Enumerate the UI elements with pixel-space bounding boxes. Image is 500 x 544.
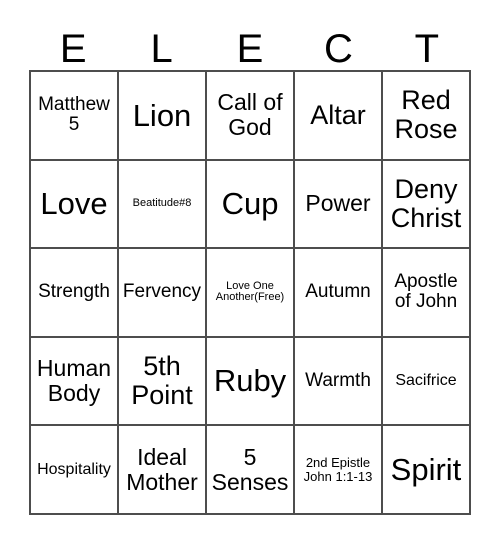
bingo-cell-r3c1[interactable]: Strength — [31, 249, 119, 338]
bingo-cell-label: Ruby — [213, 363, 287, 399]
header-letter-2: L — [150, 27, 173, 71]
bingo-cell-r2c5[interactable]: Deny Christ — [383, 160, 471, 250]
bingo-cell-label: 5th Point — [131, 350, 193, 411]
bingo-cell-label: Lion — [132, 97, 192, 133]
bingo-cell-r4c5[interactable]: Sacifrice — [383, 337, 471, 427]
bingo-cell-r4c4[interactable]: Warmth — [295, 337, 383, 427]
bingo-cell-r3c4[interactable]: Autumn — [295, 249, 383, 338]
bingo-cell-r3c5[interactable]: Apostle of John — [383, 249, 471, 338]
bingo-cell-label: Spirit — [390, 451, 462, 487]
bingo-cell-label: Cup — [221, 186, 279, 222]
bingo-cell-r5c5[interactable]: Spirit — [383, 426, 471, 515]
bingo-cell-label: Strength — [38, 281, 110, 303]
bingo-cell-r1c5[interactable]: Red Rose — [383, 72, 471, 161]
bingo-cell-label: Love One Another(Free) — [215, 279, 285, 304]
bingo-cell-r2c4[interactable]: Power — [295, 160, 383, 250]
bingo-cell-label: Call of God — [217, 89, 283, 141]
bingo-cell-label: Human Body — [36, 355, 112, 407]
header-letter-3: E — [236, 27, 264, 71]
bingo-cell-r1c1[interactable]: Matthew 5 — [31, 72, 119, 161]
bingo-cell-label: Autumn — [305, 281, 371, 303]
header-letter-1: E — [59, 27, 87, 71]
bingo-cell-r1c2[interactable]: Lion — [119, 72, 207, 161]
bingo-cell-label: Warmth — [305, 369, 371, 391]
bingo-cell-r5c1[interactable]: Hospitality — [31, 426, 119, 515]
bingo-cell-r4c3[interactable]: Ruby — [207, 337, 295, 427]
bingo-cell-r2c2[interactable]: Beatitude#8 — [119, 160, 207, 250]
bingo-card: E L E C T Matthew 5 Lion Call of God Alt… — [0, 0, 500, 544]
bingo-grid: Matthew 5 Lion Call of God Altar Red Ros… — [29, 70, 471, 515]
bingo-cell-label: Ideal Mother — [126, 443, 198, 495]
bingo-cell-r3c2[interactable]: Fervency — [119, 249, 207, 338]
bingo-cell-label: Fervency — [122, 281, 202, 303]
bingo-cell-free-space[interactable]: Love One Another(Free) — [207, 249, 295, 338]
bingo-cell-label: 2nd Epistle John 1:1-13 — [303, 454, 373, 484]
bingo-cell-r2c1[interactable]: Love — [31, 160, 119, 250]
bingo-header-row: E L E C T — [29, 18, 471, 70]
bingo-cell-r5c4[interactable]: 2nd Epistle John 1:1-13 — [295, 426, 383, 515]
bingo-cell-label: Love — [40, 186, 108, 222]
bingo-cell-r4c2[interactable]: 5th Point — [119, 337, 207, 427]
bingo-cell-label: Deny Christ — [390, 173, 462, 233]
header-letter-4: C — [323, 27, 353, 71]
bingo-cell-r1c4[interactable]: Altar — [295, 72, 383, 161]
bingo-cell-r1c3[interactable]: Call of God — [207, 72, 295, 161]
bingo-cell-label: Matthew 5 — [38, 93, 110, 136]
bingo-cell-label: Apostle of John — [394, 270, 458, 313]
bingo-cell-r5c3[interactable]: 5 Senses — [207, 426, 295, 515]
bingo-cell-r4c1[interactable]: Human Body — [31, 337, 119, 427]
bingo-cell-label: Power — [305, 190, 371, 217]
bingo-cell-label: Beatitude#8 — [132, 196, 192, 209]
bingo-cell-r2c3[interactable]: Cup — [207, 160, 295, 250]
bingo-cell-label: Hospitality — [37, 461, 111, 479]
bingo-cell-label: 5 Senses — [211, 443, 289, 495]
bingo-cell-label: Sacifrice — [395, 372, 457, 390]
header-letter-5: T — [414, 27, 440, 71]
bingo-cell-label: Altar — [310, 99, 366, 130]
bingo-cell-label: Red Rose — [394, 85, 458, 145]
bingo-cell-r5c2[interactable]: Ideal Mother — [119, 426, 207, 515]
